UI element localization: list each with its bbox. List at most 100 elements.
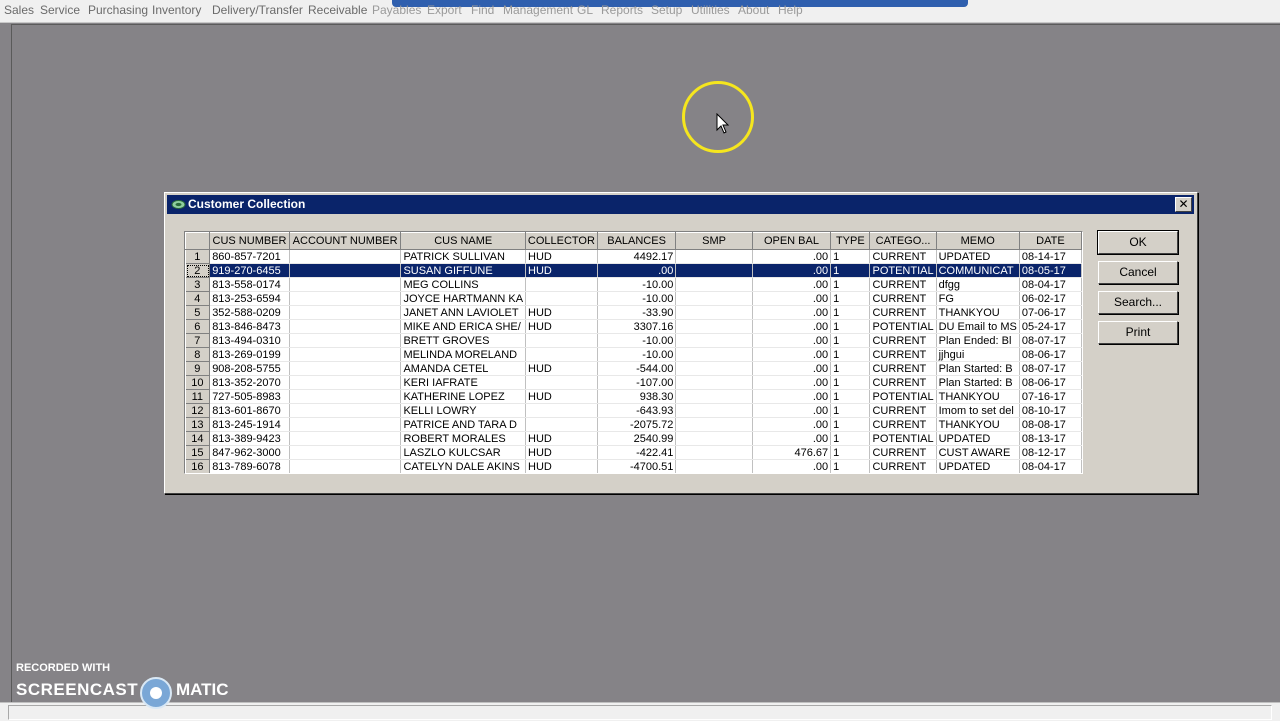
table-cell[interactable]: CURRENT [869,277,937,292]
table-cell[interactable]: JOYCE HARTMANN KA [400,291,527,306]
table-cell[interactable] [289,361,402,376]
table-cell[interactable] [525,417,598,432]
table-cell[interactable] [525,347,598,362]
table-cell[interactable]: -2075.72 [597,417,677,432]
row-number[interactable]: 4 [185,291,211,306]
table-cell[interactable]: 1 [830,347,871,362]
table-cell[interactable] [289,403,402,418]
table-cell[interactable]: 1 [830,249,871,264]
table-cell[interactable]: UPDATED [936,459,1020,473]
row-number[interactable]: 2 [185,263,211,278]
table-row[interactable]: 8 813-269-0199 MELINDA MORELAND -10.00 .00 1 C… [185,347,1082,362]
table-cell[interactable]: 813-245-1914 [209,417,290,432]
row-number-header[interactable] [185,232,211,250]
table-cell[interactable]: 1 [830,403,871,418]
table-cell[interactable]: 1 [830,319,871,334]
table-cell[interactable]: .00 [752,417,832,432]
search-button[interactable]: Search... [1098,291,1178,314]
table-cell[interactable]: 4492.17 [597,249,677,264]
table-row[interactable]: 5 352-588-0209 JANET ANN LAVIOLET HUD -33.90… [185,305,1082,320]
table-cell[interactable]: 1 [830,417,871,432]
table-cell[interactable] [525,333,598,348]
table-cell[interactable]: .00 [752,291,832,306]
row-number[interactable]: 3 [185,277,211,292]
table-cell[interactable]: HUD [525,263,598,278]
table-cell[interactable]: COMMUNICAT [936,263,1020,278]
column-header[interactable]: CUS NUMBER [209,232,290,250]
table-cell[interactable]: Plan Started: B [936,375,1020,390]
column-header[interactable]: MEMO [935,232,1020,250]
table-cell[interactable] [675,277,753,292]
column-header[interactable]: COLLECTOR [525,232,598,250]
table-cell[interactable]: HUD [525,249,598,264]
table-cell[interactable]: 813-789-6078 [209,459,290,473]
table-cell[interactable]: 1 [830,333,871,348]
table-row[interactable]: 6 813-846-8473 MIKE AND ERICA SHE/HUD 3307.… [185,319,1082,334]
table-cell[interactable]: -422.41 [597,445,677,460]
row-number[interactable]: 5 [185,305,211,320]
table-cell[interactable]: 1 [830,389,871,404]
table-cell[interactable] [289,417,402,432]
row-number[interactable]: 12 [185,403,211,418]
table-cell[interactable]: 06-02-17 [1019,291,1082,306]
menu-item-service[interactable]: Service [40,3,80,17]
table-cell[interactable] [675,389,753,404]
table-cell[interactable]: CURRENT [869,459,937,473]
row-number[interactable]: 1 [185,249,211,264]
table-cell[interactable] [675,319,753,334]
table-cell[interactable]: MELINDA MORELAND [400,347,527,362]
table-cell[interactable]: 813-601-8670 [209,403,290,418]
table-cell[interactable]: .00 [597,263,677,278]
menu-item-delivery-transfer[interactable]: Delivery/Transfer [212,3,303,17]
table-cell[interactable] [675,291,753,306]
table-cell[interactable]: 908-208-5755 [209,361,290,376]
column-header[interactable]: BALANCES [596,232,677,250]
table-cell[interactable]: -544.00 [597,361,677,376]
table-cell[interactable]: 08-06-17 [1019,375,1082,390]
table-row[interactable]: 7 813-494-0310 BRETT GROVES -10.00 .00 1 CURRE… [185,333,1082,348]
table-cell[interactable]: 813-846-8473 [209,319,290,334]
table-cell[interactable]: 08-08-17 [1019,417,1082,432]
print-button[interactable]: Print [1098,321,1178,344]
column-header[interactable]: ACCOUNT NUMBER [288,232,402,250]
table-cell[interactable] [675,403,753,418]
table-cell[interactable] [525,277,598,292]
table-row[interactable]: 2 919-270-6455 SUSAN GIFFUNE HUD .00.00 1 POTE… [185,263,1082,278]
table-cell[interactable] [289,333,402,348]
table-cell[interactable]: HUD [525,361,598,376]
table-row[interactable]: 12 813-601-8670 KELLI LOWRY -643.93 .00 1 CURR… [185,403,1082,418]
table-cell[interactable]: 352-588-0209 [209,305,290,320]
table-cell[interactable]: 1 [830,431,871,446]
table-cell[interactable] [525,403,598,418]
table-cell[interactable] [289,445,402,460]
menu-item-purchasing[interactable]: Purchasing [88,3,148,17]
menu-item-sales[interactable]: Sales [4,3,34,17]
menu-item-about[interactable]: About [738,3,769,17]
table-cell[interactable]: .00 [752,333,832,348]
table-cell[interactable]: 813-558-0174 [209,277,290,292]
table-cell[interactable]: MEG COLLINS [400,277,527,292]
table-cell[interactable]: 1 [830,291,871,306]
customer-grid[interactable]: CUS NUMBER ACCOUNT NUMBER CUS NAME COLLECTO… [184,231,1083,474]
table-cell[interactable]: CURRENT [869,375,937,390]
table-row[interactable]: 4 813-253-6594 JOYCE HARTMANN KA -10.00 .00 1… [185,291,1082,306]
table-cell[interactable]: .00 [752,389,832,404]
table-row[interactable]: 13 813-245-1914 PATRICE AND TARA D -2075.72… [185,417,1082,432]
table-cell[interactable]: ROBERT MORALES [400,431,527,446]
table-cell[interactable] [289,375,402,390]
table-cell[interactable]: KERI IAFRATE [400,375,527,390]
table-cell[interactable]: .00 [752,263,832,278]
row-number[interactable]: 11 [185,389,211,404]
table-cell[interactable]: -10.00 [597,291,677,306]
table-cell[interactable]: 813-389-9423 [209,431,290,446]
table-cell[interactable]: -10.00 [597,347,677,362]
row-number[interactable]: 16 [185,459,211,473]
table-cell[interactable]: HUD [525,431,598,446]
table-cell[interactable]: KELLI LOWRY [400,403,527,418]
table-cell[interactable]: -33.90 [597,305,677,320]
table-cell[interactable]: 847-962-3000 [209,445,290,460]
table-cell[interactable]: UPDATED [936,249,1020,264]
table-row[interactable]: 14 813-389-9423 ROBERT MORALES HUD 2540.99 .0… [185,431,1082,446]
table-cell[interactable]: 1 [830,305,871,320]
table-cell[interactable]: CURRENT [869,445,937,460]
